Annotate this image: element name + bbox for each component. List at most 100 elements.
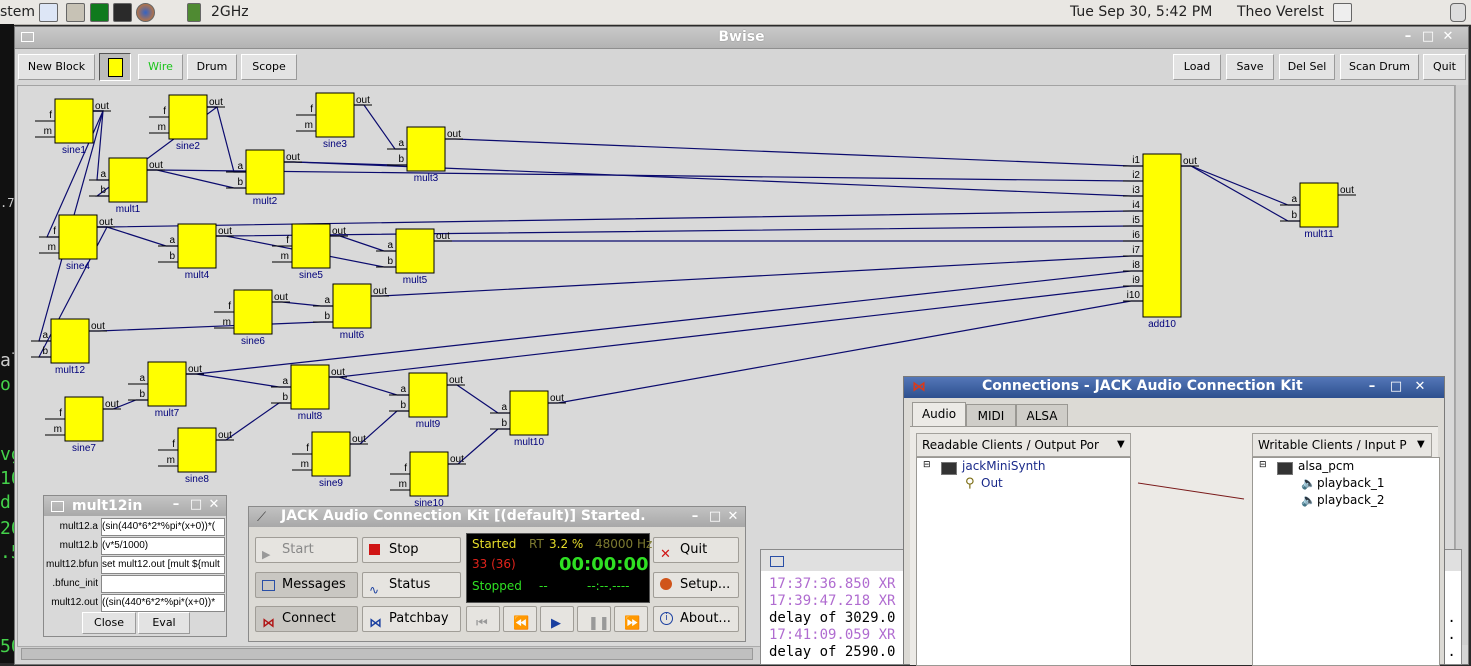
save-button[interactable]: Save — [1226, 54, 1274, 80]
wire-mult3-add10[interactable] — [445, 138, 1143, 167]
wire-mult12-mult6[interactable] — [89, 321, 333, 332]
firefox-icon[interactable] — [136, 3, 155, 22]
block-sine9[interactable] — [311, 431, 351, 477]
maximize-icon[interactable]: □ — [1420, 29, 1436, 45]
start-button[interactable]: ▶ Start — [255, 537, 358, 563]
stop-button[interactable]: Stop — [362, 537, 461, 563]
network-icon[interactable] — [1333, 3, 1352, 22]
wire-sine4-add10[interactable] — [97, 210, 1143, 228]
readable-port[interactable]: Out — [981, 476, 1003, 490]
writable-port[interactable]: playback_1 — [1317, 476, 1385, 490]
wire-mult4-add10[interactable] — [216, 225, 1143, 237]
block-sine7[interactable] — [64, 396, 104, 442]
block-mult3[interactable] — [406, 126, 446, 172]
qjackctl-titlebar[interactable]: ⟋ JACK Audio Connection Kit [(default)] … — [249, 507, 745, 527]
block-mult8[interactable] — [290, 364, 330, 410]
minimize-icon[interactable]: – — [687, 509, 703, 525]
window-menu-icon[interactable] — [51, 501, 64, 512]
readable-clients-header[interactable]: Readable Clients / Output Por ▼ — [916, 433, 1131, 457]
property-value-field[interactable]: (v*5/1000) — [101, 537, 225, 555]
close-icon[interactable]: ✕ — [1440, 29, 1456, 45]
window-menu-icon[interactable] — [770, 556, 784, 567]
rewind-button[interactable]: ⏪ — [503, 606, 537, 632]
block-add10[interactable] — [1142, 153, 1182, 318]
status-button[interactable]: ∿ Status — [362, 572, 461, 598]
collapse-icon[interactable]: ⊟ — [923, 460, 931, 470]
tab-alsa[interactable]: ALSA — [1016, 404, 1068, 427]
new-block-button[interactable]: New Block — [18, 54, 95, 80]
system-monitor-icon[interactable] — [90, 3, 109, 22]
system-menu[interactable]: stem — [0, 4, 35, 20]
block-sine3[interactable] — [315, 92, 355, 138]
scan-drum-button[interactable]: Scan Drum — [1340, 54, 1419, 80]
writable-clients-list[interactable]: ⊟ alsa_pcm 🔈 playback_1 🔈 playback_2 — [1252, 457, 1440, 666]
block-sine4[interactable] — [58, 214, 98, 260]
property-value-field[interactable]: set mult12.out [mult ${mult — [101, 556, 225, 574]
clock[interactable]: Tue Sep 30, 5:42 PM — [1070, 4, 1212, 20]
block-mult11[interactable] — [1299, 182, 1339, 228]
block-mult2[interactable] — [245, 149, 285, 195]
property-value-field[interactable] — [101, 575, 225, 593]
block-sine1[interactable] — [54, 98, 94, 144]
volume-icon[interactable] — [1450, 3, 1466, 22]
about-button[interactable]: i About... — [653, 606, 739, 632]
connect-button[interactable]: ⋈ Connect — [255, 606, 358, 632]
bwise-titlebar[interactable]: Bwise – □ ✕ — [15, 27, 1468, 49]
wire-add10-mult11[interactable] — [1181, 165, 1300, 206]
block-sine10[interactable] — [409, 451, 449, 497]
mail-icon[interactable] — [39, 3, 58, 22]
property-value-field[interactable]: (sin(440*6*2*%pi*(x+0))*( — [101, 518, 225, 536]
writable-client[interactable]: alsa_pcm — [1298, 459, 1354, 473]
block-sine6[interactable] — [233, 289, 273, 335]
minimize-icon[interactable]: – — [1400, 29, 1416, 45]
wire-mult8-mult9[interactable] — [329, 376, 409, 396]
wire-sine4-mult4[interactable] — [97, 226, 178, 247]
block-mult1[interactable] — [108, 157, 148, 203]
block-mult10[interactable] — [509, 390, 549, 436]
property-value-field[interactable]: ((sin(440*6*2*%pi*(x+0))* — [101, 594, 225, 612]
writable-clients-header[interactable]: Writable Clients / Input P ▼ — [1252, 433, 1432, 457]
wire-mult8-add10[interactable] — [329, 285, 1143, 378]
eval-button[interactable]: Eval — [138, 612, 190, 634]
readable-clients-list[interactable]: ⊟ jackMiniSynth ⚲ Out — [916, 457, 1131, 666]
quit-button[interactable]: ✕ Quit — [653, 537, 739, 563]
block-sine5[interactable] — [291, 223, 331, 269]
pause-button[interactable]: ❚❚ — [577, 606, 611, 632]
close-icon[interactable]: ✕ — [725, 509, 741, 525]
readable-client[interactable]: jackMiniSynth — [962, 459, 1046, 473]
connections-titlebar[interactable]: ⋈ Connections - JACK Audio Connection Ki… — [904, 377, 1444, 398]
play-button[interactable]: ▶ — [540, 606, 574, 632]
writable-port[interactable]: playback_2 — [1317, 493, 1385, 507]
tools-icon[interactable] — [66, 3, 85, 22]
load-button[interactable]: Load — [1173, 54, 1221, 80]
user-name[interactable]: Theo Verelst — [1237, 4, 1324, 20]
block-mult9[interactable] — [408, 372, 448, 418]
block-mult12[interactable] — [50, 318, 90, 364]
minimize-icon[interactable]: – — [168, 497, 184, 513]
maximize-icon[interactable]: □ — [188, 497, 204, 513]
block-mult6[interactable] — [332, 283, 372, 329]
wire-mult7-mult8[interactable] — [186, 373, 291, 388]
block-mult4[interactable] — [177, 223, 217, 269]
wire-mult6-add10[interactable] — [371, 255, 1143, 297]
block-sine8[interactable] — [177, 427, 217, 473]
block-mult7[interactable] — [147, 361, 187, 407]
close-icon[interactable]: ✕ — [1412, 379, 1428, 395]
wire-mult1-add10[interactable] — [147, 169, 1143, 182]
scrollbar-thumb[interactable] — [21, 648, 753, 660]
patchbay-button[interactable]: ⋈ Patchbay — [362, 606, 461, 632]
close-button[interactable]: Close — [82, 612, 136, 634]
properties-titlebar[interactable]: mult12in – □ ✕ — [44, 496, 226, 516]
minimize-icon[interactable]: – — [1364, 379, 1380, 395]
drum-button[interactable]: Drum — [187, 54, 237, 80]
quit-button[interactable]: Quit — [1423, 54, 1466, 80]
tab-midi[interactable]: MIDI — [966, 404, 1016, 427]
setup-button[interactable]: Setup... — [653, 572, 739, 598]
collapse-icon[interactable]: ⊟ — [1259, 460, 1267, 470]
block-sine2[interactable] — [168, 94, 208, 140]
del-sel-button[interactable]: Del Sel — [1279, 54, 1335, 80]
wire-mult1-mult2[interactable] — [147, 169, 246, 189]
tab-audio[interactable]: Audio — [912, 402, 966, 427]
terminal-icon[interactable] — [113, 3, 132, 22]
block-mult5[interactable] — [395, 228, 435, 274]
